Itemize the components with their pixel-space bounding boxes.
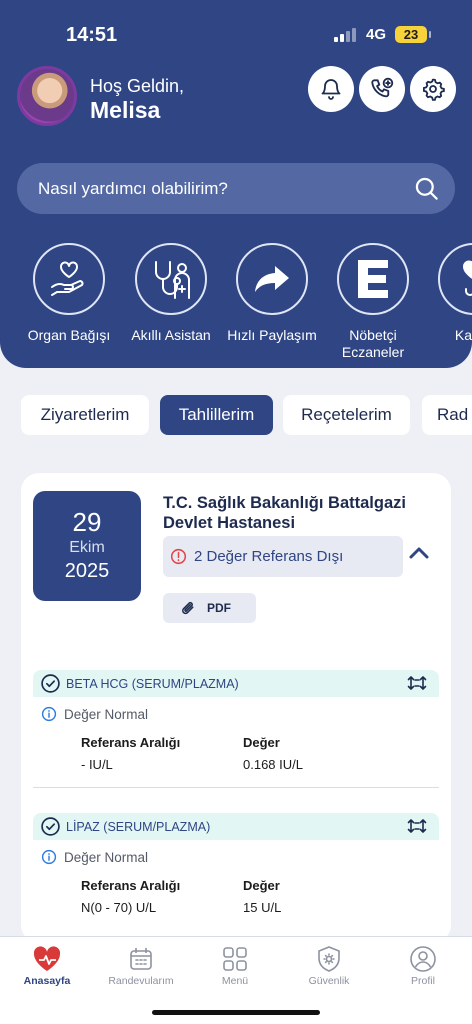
reference-range-value: - IU/L <box>81 757 113 772</box>
nav-label: Randevularım <box>108 975 174 987</box>
compare-arrows-icon[interactable] <box>407 818 427 834</box>
reference-range-value: N(0 - 70) U/L <box>81 900 157 915</box>
search-placeholder: Nasıl yardımcı olabilirim? <box>38 179 228 198</box>
bell-icon <box>321 79 341 100</box>
grid-menu-icon <box>223 947 247 971</box>
tab-visits[interactable]: Ziyaretlerim <box>21 395 149 435</box>
nav-security[interactable]: Güvenlik <box>282 943 376 987</box>
user-name: Melisa <box>90 97 161 123</box>
header: 14:51 4G 23 Hoş Geldin, Melisa Nasıl yar… <box>0 0 472 368</box>
nav-appointments[interactable]: Randevularım <box>94 943 188 987</box>
nav-label: Güvenlik <box>308 975 350 987</box>
signal-icon <box>334 28 356 42</box>
profile-icon <box>410 946 436 972</box>
reference-range-header: Referans Aralığı <box>81 735 181 750</box>
reference-range-header: Referans Aralığı <box>81 878 181 893</box>
share-arrow-icon <box>255 266 289 292</box>
test-name: LİPAZ (SERUM/PLAZMA) <box>66 820 211 834</box>
nav-label: Menü <box>221 975 249 987</box>
battery-icon: 23 <box>395 26 431 43</box>
quick-action-pharmacies[interactable]: Nöbetçi Eczaneler <box>323 243 423 361</box>
avatar[interactable] <box>17 66 77 126</box>
info-icon <box>41 849 57 865</box>
test-name: BETA HCG (SERUM/PLAZMA) <box>66 677 239 691</box>
stethoscope-doctor-icon <box>155 261 190 299</box>
quick-action-smart-assistant[interactable]: Akıllı Asistan <box>121 243 221 344</box>
home-indicator <box>152 1010 320 1015</box>
gear-icon <box>423 78 445 101</box>
pharmacy-e-icon <box>358 260 388 298</box>
quick-action-label: Nöbetçi Eczaneler <box>341 327 405 360</box>
date-year: 2025 <box>64 560 110 582</box>
value-header: Değer <box>243 735 280 750</box>
quick-action-quick-share[interactable]: Hızlı Paylaşım <box>222 243 322 344</box>
out-of-range-text: 2 Değer Referans Dışı <box>194 548 344 565</box>
greeting-text: Hoş Geldin, <box>90 76 185 96</box>
tab-lab-results[interactable]: Tahlillerim <box>160 395 273 435</box>
quick-action-blood-donation[interactable]: Kan B <box>424 243 472 344</box>
test-status: Değer Normal <box>64 707 149 722</box>
quick-action-label: Organ Bağışı <box>27 327 111 343</box>
quick-action-label: Hızlı Paylaşım <box>227 327 317 343</box>
nav-label: Profil <box>411 975 435 987</box>
phone-plus-icon <box>371 77 394 98</box>
pdf-label: PDF <box>207 601 231 615</box>
status-bar: 14:51 4G 23 <box>0 0 472 60</box>
hospital-name: T.C. Sağlık Bakanlığı Battalgazi Devlet … <box>163 494 406 532</box>
test-result-item[interactable]: LİPAZ (SERUM/PLAZMA) Değer Normal Refera… <box>33 813 439 931</box>
settings-button[interactable] <box>410 66 456 112</box>
date-day: 29 <box>72 507 102 537</box>
nav-label: Anasayfa <box>23 975 71 987</box>
test-value: 15 U/L <box>243 900 282 915</box>
compare-arrows-icon[interactable] <box>407 675 427 691</box>
network-label: 4G <box>366 26 387 43</box>
quick-action-label: Akıllı Asistan <box>131 327 211 343</box>
search-bar[interactable]: Nasıl yardımcı olabilirim? <box>17 163 455 214</box>
test-value: 0.168 IU/L <box>243 757 303 772</box>
test-status: Değer Normal <box>64 850 149 865</box>
search-icon[interactable] <box>413 175 440 202</box>
tab-prescriptions[interactable]: Reçetelerim <box>283 395 410 435</box>
tab-bar: Ziyaretlerim Tahlillerim Reçetelerim Rad <box>0 395 472 435</box>
status-time: 14:51 <box>66 24 118 46</box>
lab-result-card: 29 Ekim 2025 T.C. Sağlık Bakanlığı Batta… <box>21 473 451 943</box>
shield-gear-icon <box>318 946 340 972</box>
info-icon <box>41 706 57 722</box>
test-result-item[interactable]: BETA HCG (SERUM/PLAZMA) Değer Normal Ref… <box>33 670 439 788</box>
pdf-button[interactable]: PDF <box>163 593 256 623</box>
check-circle-icon <box>41 817 60 836</box>
call-button[interactable] <box>359 66 405 112</box>
quick-action-label: Kan B <box>454 327 472 343</box>
home-heart-icon <box>33 946 61 971</box>
nav-profile[interactable]: Profil <box>376 943 470 987</box>
paperclip-icon <box>182 601 194 615</box>
quick-action-organ-donation[interactable]: Organ Bağışı <box>19 243 119 344</box>
blood-donation-icon <box>463 260 472 296</box>
value-header: Değer <box>243 878 280 893</box>
divider <box>33 787 439 788</box>
tab-radiology[interactable]: Rad <box>422 395 472 435</box>
hand-heart-icon <box>51 261 84 296</box>
alert-circle-icon <box>170 548 187 565</box>
nav-home[interactable]: Anasayfa <box>0 943 94 987</box>
out-of-range-badge[interactable]: 2 Değer Referans Dışı <box>163 536 403 577</box>
notifications-button[interactable] <box>308 66 354 112</box>
calendar-icon <box>130 948 152 970</box>
chevron-up-icon[interactable] <box>408 546 430 560</box>
date-box: 29 Ekim 2025 <box>33 491 141 601</box>
nav-menu[interactable]: Menü <box>188 943 282 987</box>
check-circle-icon <box>41 674 60 693</box>
date-month: Ekim <box>69 539 105 556</box>
